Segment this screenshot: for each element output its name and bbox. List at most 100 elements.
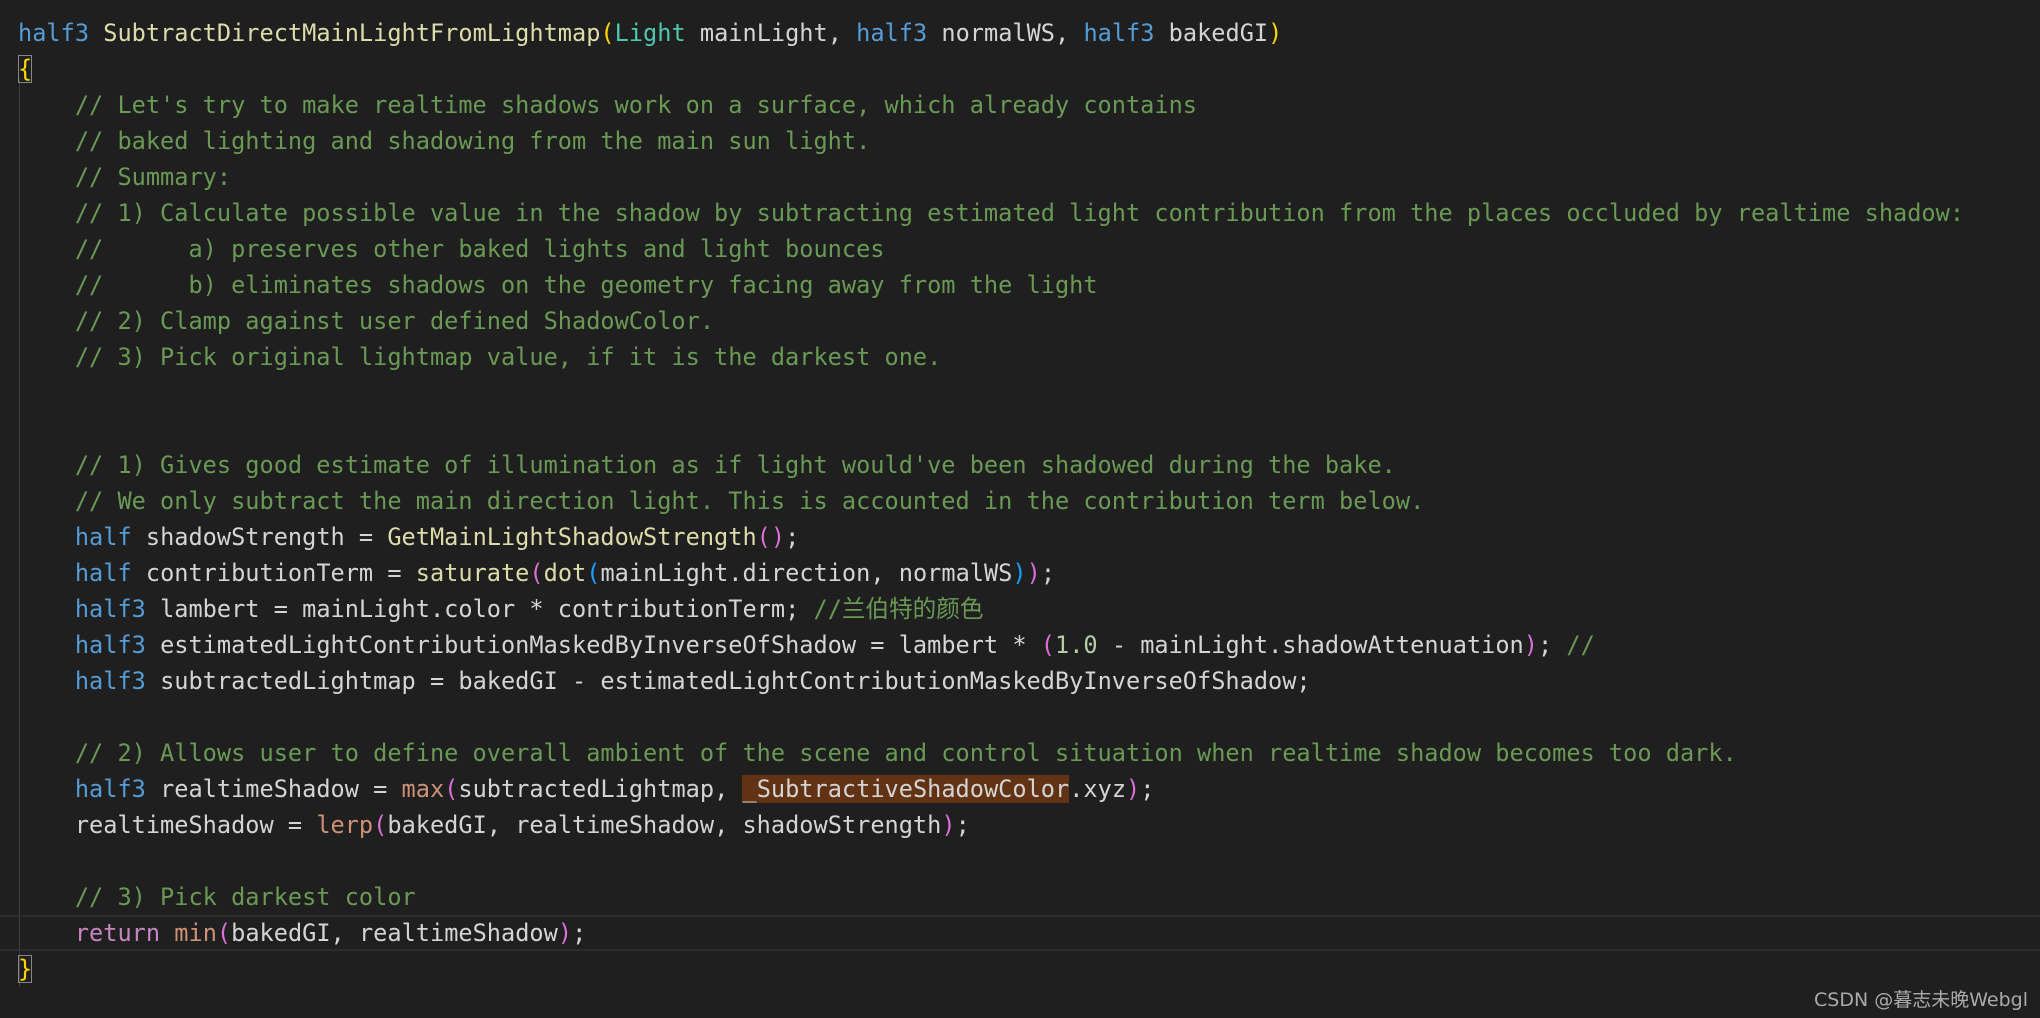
code-token: ) bbox=[1126, 775, 1141, 803]
code-token: normalWS, bbox=[927, 19, 1084, 47]
watermark: CSDN @暮志未晚Webgl bbox=[1814, 989, 2028, 1011]
code-token: ( bbox=[444, 775, 459, 803]
code-token: saturate bbox=[415, 559, 530, 587]
code-line[interactable] bbox=[0, 375, 2040, 411]
code-token: estimatedLightContributionMaskedByInvers… bbox=[145, 631, 1041, 659]
code-token: ) bbox=[941, 811, 956, 839]
code-token: ) bbox=[1523, 631, 1538, 659]
code-line[interactable]: // b) eliminates shadows on the geometry… bbox=[0, 267, 2040, 303]
code-lines[interactable]: half3 SubtractDirectMainLightFromLightma… bbox=[0, 15, 2040, 987]
code-token: ( bbox=[1040, 631, 1055, 659]
code-line[interactable]: // 3) Pick darkest color bbox=[0, 879, 2040, 915]
code-editor[interactable]: half3 SubtractDirectMainLightFromLightma… bbox=[0, 15, 2040, 987]
code-token: // 2) Allows user to define overall ambi… bbox=[74, 739, 1737, 767]
code-line[interactable]: // 1) Gives good estimate of illuminatio… bbox=[0, 447, 2040, 483]
code-token: lerp bbox=[316, 811, 374, 839]
code-token: ( bbox=[600, 19, 615, 47]
code-token: half3 bbox=[18, 19, 90, 47]
code-token: bakedGI bbox=[1154, 19, 1269, 47]
code-token: ) bbox=[1268, 19, 1283, 47]
code-token: ) bbox=[1026, 559, 1041, 587]
code-line[interactable]: // Let's try to make realtime shadows wo… bbox=[0, 87, 2040, 123]
code-token: bakedGI, realtimeShadow bbox=[231, 919, 558, 947]
code-token: ; bbox=[1140, 775, 1155, 803]
code-line[interactable] bbox=[0, 411, 2040, 447]
code-token: subtractedLightmap, bbox=[458, 775, 743, 803]
code-token: SubtractDirectMainLightFromLightmap bbox=[103, 19, 601, 47]
code-token: subtractedLightmap = bakedGI - estimated… bbox=[145, 667, 1311, 695]
code-token: half3 bbox=[1083, 19, 1155, 47]
code-line[interactable]: return min(bakedGI, realtimeShadow); bbox=[0, 915, 2040, 951]
code-token: mainLight.direction, normalWS bbox=[600, 559, 1013, 587]
code-token: } bbox=[18, 955, 33, 983]
code-token: // Let's try to make realtime shadows wo… bbox=[74, 91, 1197, 119]
code-token: { bbox=[18, 55, 33, 83]
code-line[interactable]: { bbox=[0, 51, 2040, 87]
code-token: ) bbox=[1012, 559, 1027, 587]
code-line[interactable] bbox=[0, 699, 2040, 735]
code-token: mainLight, bbox=[685, 19, 857, 47]
code-token: half bbox=[74, 559, 132, 587]
code-token: //兰伯特的颜色 bbox=[813, 595, 984, 623]
code-token: ( bbox=[586, 559, 601, 587]
code-token: half3 bbox=[74, 595, 146, 623]
code-line[interactable] bbox=[0, 843, 2040, 879]
code-token: half3 bbox=[74, 667, 146, 695]
code-line[interactable]: half3 estimatedLightContributionMaskedBy… bbox=[0, 627, 2040, 663]
code-token: ) bbox=[557, 919, 573, 947]
code-token: ( bbox=[529, 559, 544, 587]
code-token: min bbox=[174, 919, 217, 947]
code-token: // a) preserves other baked lights and l… bbox=[74, 235, 885, 263]
code-line[interactable]: half3 lambert = mainLight.color * contri… bbox=[0, 591, 2040, 627]
code-token: bakedGI, realtimeShadow, shadowStrength bbox=[387, 811, 942, 839]
code-token: half bbox=[74, 523, 132, 551]
code-token: // We only subtract the main direction l… bbox=[74, 487, 1425, 515]
code-token: 1.0 bbox=[1054, 631, 1098, 659]
code-token: _SubtractiveShadowColor bbox=[742, 775, 1070, 803]
code-line[interactable]: } bbox=[0, 951, 2040, 987]
code-token: ; bbox=[955, 811, 970, 839]
code-token: ( bbox=[373, 811, 388, 839]
code-token: contributionTerm = bbox=[131, 559, 416, 587]
code-token: half3 bbox=[74, 631, 146, 659]
code-token: // bbox=[1566, 631, 1595, 659]
code-line[interactable]: realtimeShadow = lerp(bakedGI, realtimeS… bbox=[0, 807, 2040, 843]
code-line[interactable]: half3 realtimeShadow = max(subtractedLig… bbox=[0, 771, 2040, 807]
code-token: dot bbox=[543, 559, 587, 587]
code-token: // 3) Pick darkest color bbox=[74, 883, 416, 911]
code-token: return bbox=[74, 919, 161, 947]
code-line[interactable]: half3 subtractedLightmap = bakedGI - est… bbox=[0, 663, 2040, 699]
code-line[interactable]: // 3) Pick original lightmap value, if i… bbox=[0, 339, 2040, 375]
code-line[interactable]: half3 SubtractDirectMainLightFromLightma… bbox=[0, 15, 2040, 51]
code-token: lambert = mainLight.color * contribution… bbox=[145, 595, 814, 623]
code-line[interactable]: half contributionTerm = saturate(dot(mai… bbox=[0, 555, 2040, 591]
code-token: realtimeShadow = bbox=[74, 811, 317, 839]
code-line[interactable]: // baked lighting and shadowing from the… bbox=[0, 123, 2040, 159]
code-token: // 2) Clamp against user defined ShadowC… bbox=[74, 307, 715, 335]
code-line[interactable]: half shadowStrength = GetMainLightShadow… bbox=[0, 519, 2040, 555]
code-line[interactable]: // We only subtract the main direction l… bbox=[0, 483, 2040, 519]
code-token: // 1) Gives good estimate of illuminatio… bbox=[74, 451, 1396, 479]
code-line[interactable]: // 1) Calculate possible value in the sh… bbox=[0, 195, 2040, 231]
code-line[interactable]: // 2) Clamp against user defined ShadowC… bbox=[0, 303, 2040, 339]
code-line[interactable]: // Summary: bbox=[0, 159, 2040, 195]
code-token: // Summary: bbox=[74, 163, 232, 191]
code-line[interactable]: // a) preserves other baked lights and l… bbox=[0, 231, 2040, 267]
code-token: ; bbox=[1537, 631, 1567, 659]
code-line[interactable]: // 2) Allows user to define overall ambi… bbox=[0, 735, 2040, 771]
code-token: GetMainLightShadowStrength bbox=[387, 523, 757, 551]
code-token: ( bbox=[216, 919, 232, 947]
